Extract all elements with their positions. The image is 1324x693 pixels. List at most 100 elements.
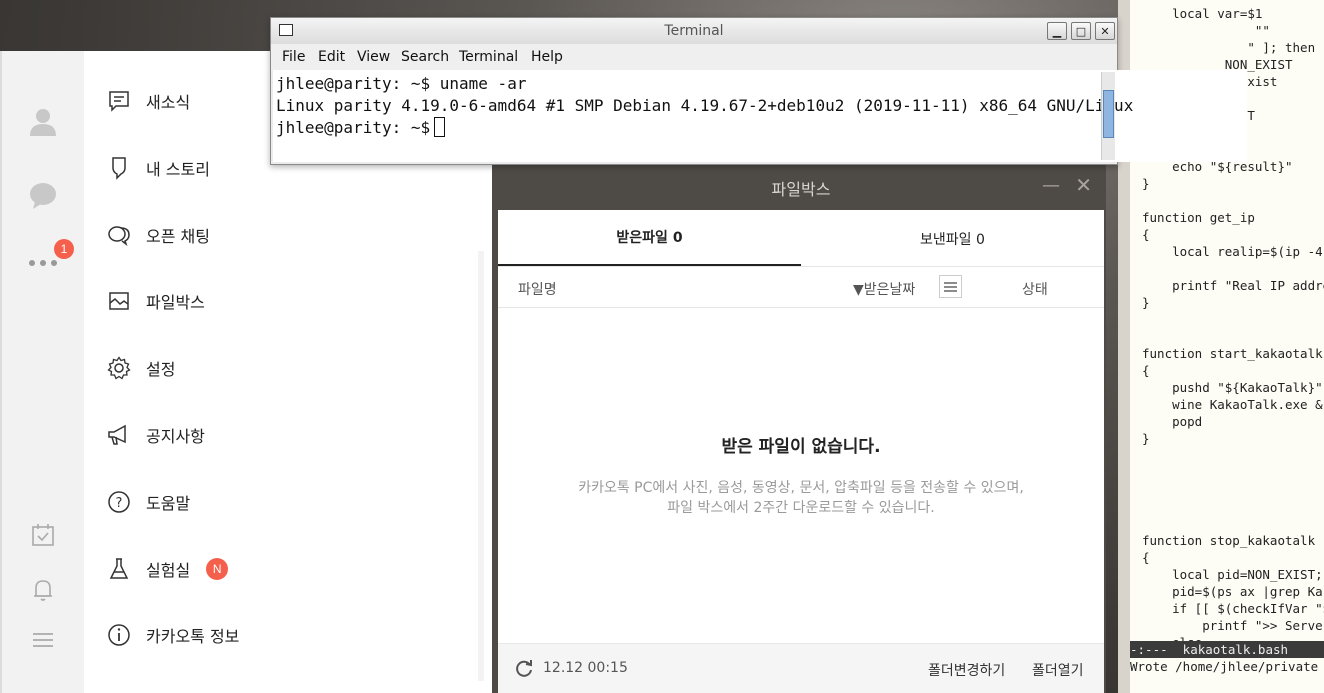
open-chat-icon: [106, 222, 132, 248]
terminal-line: Linux parity 4.19.0-6-amd64 #1 SMP Debia…: [276, 96, 1134, 115]
menu-item-label: 파일박스: [146, 293, 205, 312]
kakaotalk-sidebar-rail: 1: [2, 51, 84, 693]
menu-item-label: 도움말: [146, 494, 191, 513]
new-badge: N: [206, 558, 229, 580]
terminal-prompt: jhlee@parity: ~$: [276, 118, 431, 137]
friends-icon[interactable]: [26, 105, 60, 139]
maximize-button[interactable]: □: [1071, 22, 1091, 40]
menu-item-label: 공지사항: [146, 427, 205, 446]
editor-minibuffer: Wrote /home/jhlee/private: [1130, 659, 1319, 674]
window-title: Terminal: [664, 23, 724, 39]
terminal-line: jhlee@parity: ~$ uname -ar: [276, 74, 527, 93]
close-icon[interactable]: ✕: [1075, 173, 1092, 197]
editor-code-line: printf "Real IP addre: [1142, 278, 1324, 293]
editor-code-line: }: [1142, 176, 1150, 191]
tab-received-files[interactable]: 받은파일 0: [498, 210, 801, 267]
menu-item-label: 내 스토리: [146, 160, 210, 179]
terminal-cursor: [434, 117, 446, 137]
editor-code-line: popd: [1142, 414, 1203, 429]
change-folder-button[interactable]: 폴더변경하기: [928, 660, 1005, 680]
editor-code-line: " ]; then: [1142, 40, 1316, 55]
refresh-icon[interactable]: [514, 659, 534, 679]
menu-item-help[interactable]: ? 도움말: [106, 482, 190, 522]
close-button[interactable]: ✕: [1095, 22, 1115, 40]
editor-code-line: }: [1142, 431, 1150, 446]
filebox-footer: 12.12 00:15 폴더변경하기 폴더열기: [498, 643, 1104, 693]
terminal-scrollbar[interactable]: [1101, 72, 1115, 160]
menu-terminal[interactable]: Terminal: [459, 49, 518, 65]
menu-item-label: 오픈 채팅: [146, 227, 210, 246]
terminal-titlebar[interactable]: Terminal ▁ □ ✕: [271, 18, 1117, 44]
editor-code-line: local realip=$(ip -4: [1142, 244, 1323, 259]
menu-item-about[interactable]: 카카오톡 정보: [106, 615, 239, 655]
editor-code-line: function get_ip: [1142, 210, 1255, 225]
editor-code-line: {: [1142, 363, 1150, 378]
filebox-window: 파일박스 — ✕ 받은파일 0 보낸파일 0 파일명 ▼받은날짜 상태 받은 파…: [492, 165, 1106, 693]
info-icon: [106, 622, 132, 648]
editor-modeline: -:--- kakaotalk.bash: [1130, 641, 1324, 658]
menu-item-lab[interactable]: 실험실 N: [106, 549, 229, 589]
editor-code-line: local var=$1: [1142, 6, 1263, 21]
megaphone-icon: [106, 422, 132, 448]
editor-code-line: pid=$(ps ax |grep Kak: [1142, 584, 1324, 599]
list-view-menu-icon[interactable]: [939, 275, 962, 298]
menu-item-label: 설정: [146, 360, 176, 379]
editor-code-line: }: [1142, 295, 1150, 310]
editor-code-line: if [[ $(checkIfVar "$: [1142, 601, 1324, 616]
menu-item-settings[interactable]: 설정: [106, 348, 175, 388]
tab-sent-files[interactable]: 보낸파일 0: [801, 210, 1104, 267]
empty-state-line: 파일 박스에서 2주간 다운로드할 수 있습니다.: [667, 500, 935, 516]
settings-icon: [106, 355, 132, 381]
column-header-filename[interactable]: 파일명: [518, 279, 557, 299]
filebox-titlebar[interactable]: 파일박스 — ✕: [498, 165, 1104, 210]
empty-state-line: 카카오톡 PC에서 사진, 음성, 동영상, 문서, 압축파일 등을 전송할 수…: [578, 480, 1024, 496]
empty-state-description: 카카오톡 PC에서 사진, 음성, 동영상, 문서, 압축파일 등을 전송할 수…: [498, 478, 1104, 518]
help-icon: ?: [106, 489, 132, 515]
menu-item-my-story[interactable]: 내 스토리: [106, 148, 210, 188]
scrollbar-thumb[interactable]: [1103, 90, 1114, 138]
flask-icon: [106, 556, 132, 582]
column-header-received-date[interactable]: ▼받은날짜: [853, 279, 915, 299]
svg-text:?: ?: [116, 496, 123, 511]
editor-code-line: {: [1142, 550, 1150, 565]
minimize-icon[interactable]: —: [1042, 175, 1060, 196]
file-list-header: 파일명 ▼받은날짜 상태: [498, 267, 1104, 308]
last-sync-time: 12.12 00:15: [543, 660, 628, 676]
empty-state-title: 받은 파일이 없습니다.: [721, 437, 881, 457]
editor-code-line: {: [1142, 227, 1150, 242]
menu-help[interactable]: Help: [531, 49, 563, 65]
menu-view[interactable]: View: [357, 49, 390, 65]
hamburger-menu-icon[interactable]: [26, 623, 60, 657]
menu-item-open-chat[interactable]: 오픈 채팅: [106, 215, 210, 255]
menu-file[interactable]: File: [282, 49, 305, 65]
editor-code-line: wine KakaoTalk.exe &: [1142, 397, 1323, 412]
notification-bell-icon[interactable]: [26, 573, 60, 607]
menu-edit[interactable]: Edit: [318, 49, 345, 65]
scrollbar[interactable]: [478, 251, 484, 681]
chats-icon[interactable]: [26, 179, 60, 213]
menu-item-label: 실험실: [146, 561, 191, 580]
editor-code-line: printf ">> Serve: [1142, 618, 1323, 633]
minimize-button[interactable]: ▁: [1047, 22, 1067, 40]
menu-search[interactable]: Search: [401, 49, 449, 65]
editor-code-line: function stop_kakaotalk: [1142, 533, 1316, 548]
editor-code-line: "": [1142, 23, 1270, 38]
window-title: 파일박스: [771, 179, 831, 199]
menu-item-label: 새소식: [146, 93, 191, 112]
editor-code-line: local pid=NON_EXIST;: [1142, 567, 1323, 582]
calendar-icon[interactable]: [26, 518, 60, 552]
news-icon: [106, 88, 132, 114]
terminal-menubar: File Edit View Search Terminal Help: [271, 44, 1117, 70]
terminal-window: Terminal ▁ □ ✕ File Edit View Search Ter…: [270, 17, 1247, 165]
terminal-app-icon[interactable]: [279, 24, 293, 36]
terminal-prompt-line: jhlee@parity: ~$: [276, 117, 446, 139]
menu-item-filebox[interactable]: 파일박스: [106, 281, 205, 321]
open-folder-button[interactable]: 폴더열기: [1032, 660, 1084, 680]
editor-code-line: pushd "${KakaoTalk}": [1142, 380, 1323, 395]
menu-item-notices[interactable]: 공지사항: [106, 415, 205, 455]
more-notification-badge: 1: [54, 239, 74, 259]
editor-code-line: function start_kakaotalk: [1142, 346, 1323, 361]
menu-item-news[interactable]: 새소식: [106, 81, 190, 121]
filebox-icon: [106, 288, 132, 314]
column-header-status: 상태: [1022, 282, 1048, 298]
